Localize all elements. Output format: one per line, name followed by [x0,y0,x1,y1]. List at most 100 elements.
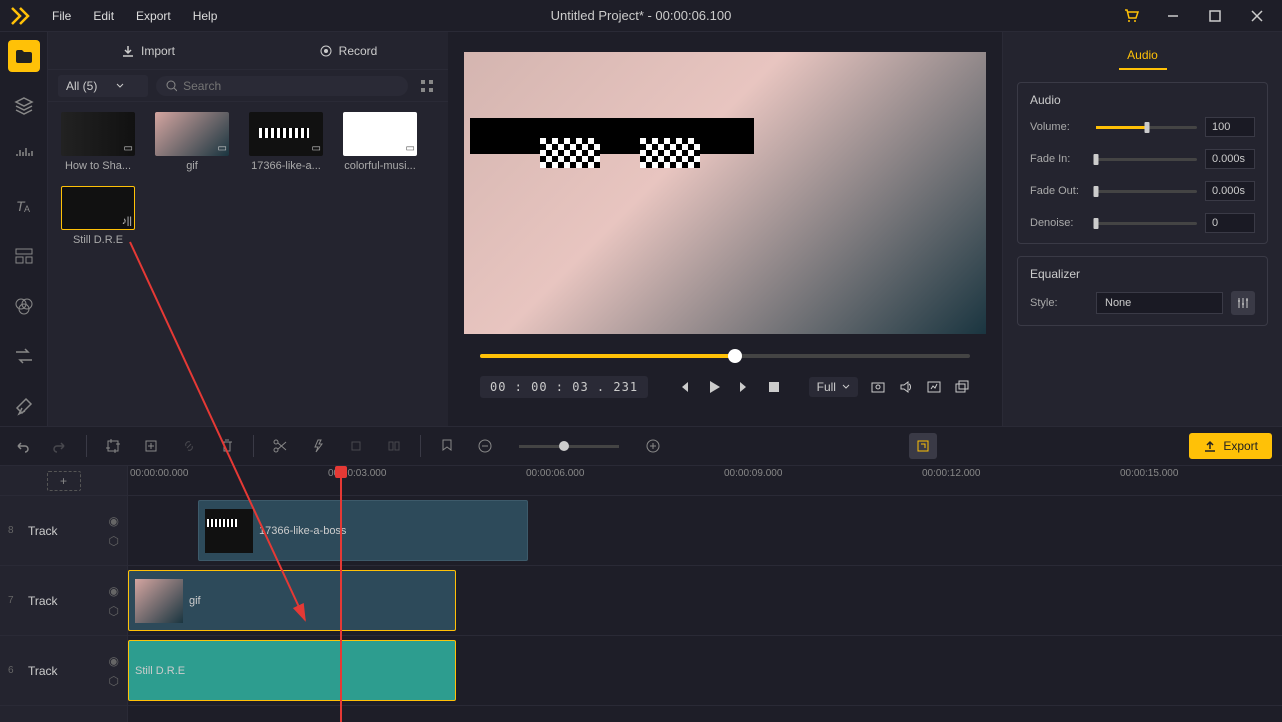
menu-file[interactable]: File [42,5,81,27]
audio-tool[interactable] [8,140,40,172]
properties-panel: Audio Audio Volume: 100 Fade In: 0.000s … [1002,32,1282,426]
split-button[interactable] [268,434,292,458]
menu-edit[interactable]: Edit [83,5,124,27]
add-track-button[interactable]: + [47,471,81,491]
minimize-button[interactable] [1156,2,1190,30]
detach-button[interactable] [954,379,970,395]
image-badge-icon: ▭ [312,143,321,154]
marker-button[interactable] [435,434,459,458]
track-row[interactable]: gif [128,566,1282,636]
record-label: Record [339,44,378,58]
timeline: + 8 Track ◉⬡ 7 Track ◉⬡ 6 Track ◉⬡ 00:00… [0,466,1282,722]
denoise-slider[interactable] [1096,222,1197,225]
close-button[interactable] [1240,2,1274,30]
overlay-sunglasses [470,118,754,154]
audio-tab[interactable]: Audio [1017,42,1268,70]
link-button[interactable] [177,434,201,458]
export-icon [1203,439,1217,453]
search-icon [166,80,177,92]
volume-value[interactable]: 100 [1205,117,1255,137]
clip[interactable]: gif [128,570,456,631]
maximize-button[interactable] [1198,2,1232,30]
track-row[interactable]: 17366-like-a-boss [128,496,1282,566]
equalizer-settings-button[interactable] [1231,291,1255,315]
flag-button[interactable] [909,433,937,459]
export-button[interactable]: Export [1189,433,1272,459]
clip[interactable]: 17366-like-a-boss [198,500,528,561]
playhead[interactable] [340,466,342,722]
volume-slider[interactable] [1096,126,1197,129]
timeline-zoom-slider[interactable] [519,445,619,448]
crop-button[interactable] [101,434,125,458]
menu-export[interactable]: Export [126,5,181,27]
aspect-button[interactable] [926,379,942,395]
speed-button[interactable] [306,434,330,458]
record-tab[interactable]: Record [248,32,448,69]
menu-help[interactable]: Help [183,5,228,27]
denoise-value[interactable]: 0 [1205,213,1255,233]
fadein-value[interactable]: 0.000s [1205,149,1255,169]
add-marker-button[interactable] [139,434,163,458]
visibility-icon[interactable]: ◉ [109,514,119,528]
undo-button[interactable] [10,434,34,458]
clip[interactable]: Still D.R.E [128,640,456,701]
flip-button[interactable] [382,434,406,458]
style-select[interactable]: None [1096,292,1223,314]
grid-view-icon[interactable] [416,75,438,97]
text-tool[interactable]: TA [8,190,40,222]
stop-button[interactable] [767,378,781,396]
media-tool[interactable] [8,40,40,72]
lock-icon[interactable]: ⬡ [109,674,119,688]
chevron-down-icon [115,81,125,91]
media-item[interactable]: ▭ gif [152,112,232,172]
zoom-in-button[interactable] [641,434,665,458]
play-button[interactable] [705,378,723,396]
lock-icon[interactable]: ⬡ [109,604,119,618]
track-header[interactable]: 7 Track ◉⬡ [0,566,127,636]
search-input[interactable] [183,79,398,93]
timeline-toolbar: Export [0,426,1282,466]
seek-handle[interactable] [728,349,742,363]
lock-icon[interactable]: ⬡ [109,534,119,548]
delete-button[interactable] [215,434,239,458]
preview-panel: 00 : 00 : 03 . 231 Full [448,32,1002,426]
preview-zoom-select[interactable]: Full [809,377,858,397]
window-title: Untitled Project* - 00:00:06.100 [551,8,732,23]
zoom-out-button[interactable] [473,434,497,458]
visibility-icon[interactable]: ◉ [109,654,119,668]
left-toolbar: TA [0,32,48,426]
import-label: Import [141,44,175,58]
fadeout-value[interactable]: 0.000s [1205,181,1255,201]
seek-bar[interactable] [480,354,970,358]
effects-tool[interactable] [8,290,40,322]
image-badge-icon: ▭ [218,143,227,154]
fadein-slider[interactable] [1096,158,1197,161]
templates-tool[interactable] [8,240,40,272]
layers-tool[interactable] [8,90,40,122]
volume-button[interactable] [898,379,914,395]
elements-tool[interactable] [8,390,40,422]
cart-icon[interactable] [1114,2,1148,30]
prev-frame-button[interactable] [675,378,691,396]
audio-badge-icon: ♪|| [122,216,132,227]
snapshot-button[interactable] [870,379,886,395]
track-header[interactable]: 8 Track ◉⬡ [0,496,127,566]
media-item[interactable]: ♪|| Still D.R.E [58,186,138,246]
visibility-icon[interactable]: ◉ [109,584,119,598]
rotate-button[interactable] [344,434,368,458]
timeline-ruler[interactable]: 00:00:00.000 00:00:03.000 00:00:06.000 0… [128,466,1282,496]
track-row[interactable]: Still D.R.E [128,636,1282,706]
transitions-tool[interactable] [8,340,40,372]
media-filter-dropdown[interactable]: All (5) [58,75,148,97]
media-item[interactable]: ▭ How to Sha... [58,112,138,172]
fadeout-slider[interactable] [1096,190,1197,193]
redo-button[interactable] [48,434,72,458]
search-box[interactable] [156,76,408,96]
media-item[interactable]: ▭ colorful-musi... [340,112,420,172]
preview-video[interactable] [464,52,986,334]
media-item[interactable]: ▭ 17366-like-a... [246,112,326,172]
import-tab[interactable]: Import [48,32,248,69]
track-header[interactable]: 6 Track ◉⬡ [0,636,127,706]
media-panel: Import Record All (5) ▭ How to Sha... [48,32,448,426]
next-frame-button[interactable] [737,378,753,396]
